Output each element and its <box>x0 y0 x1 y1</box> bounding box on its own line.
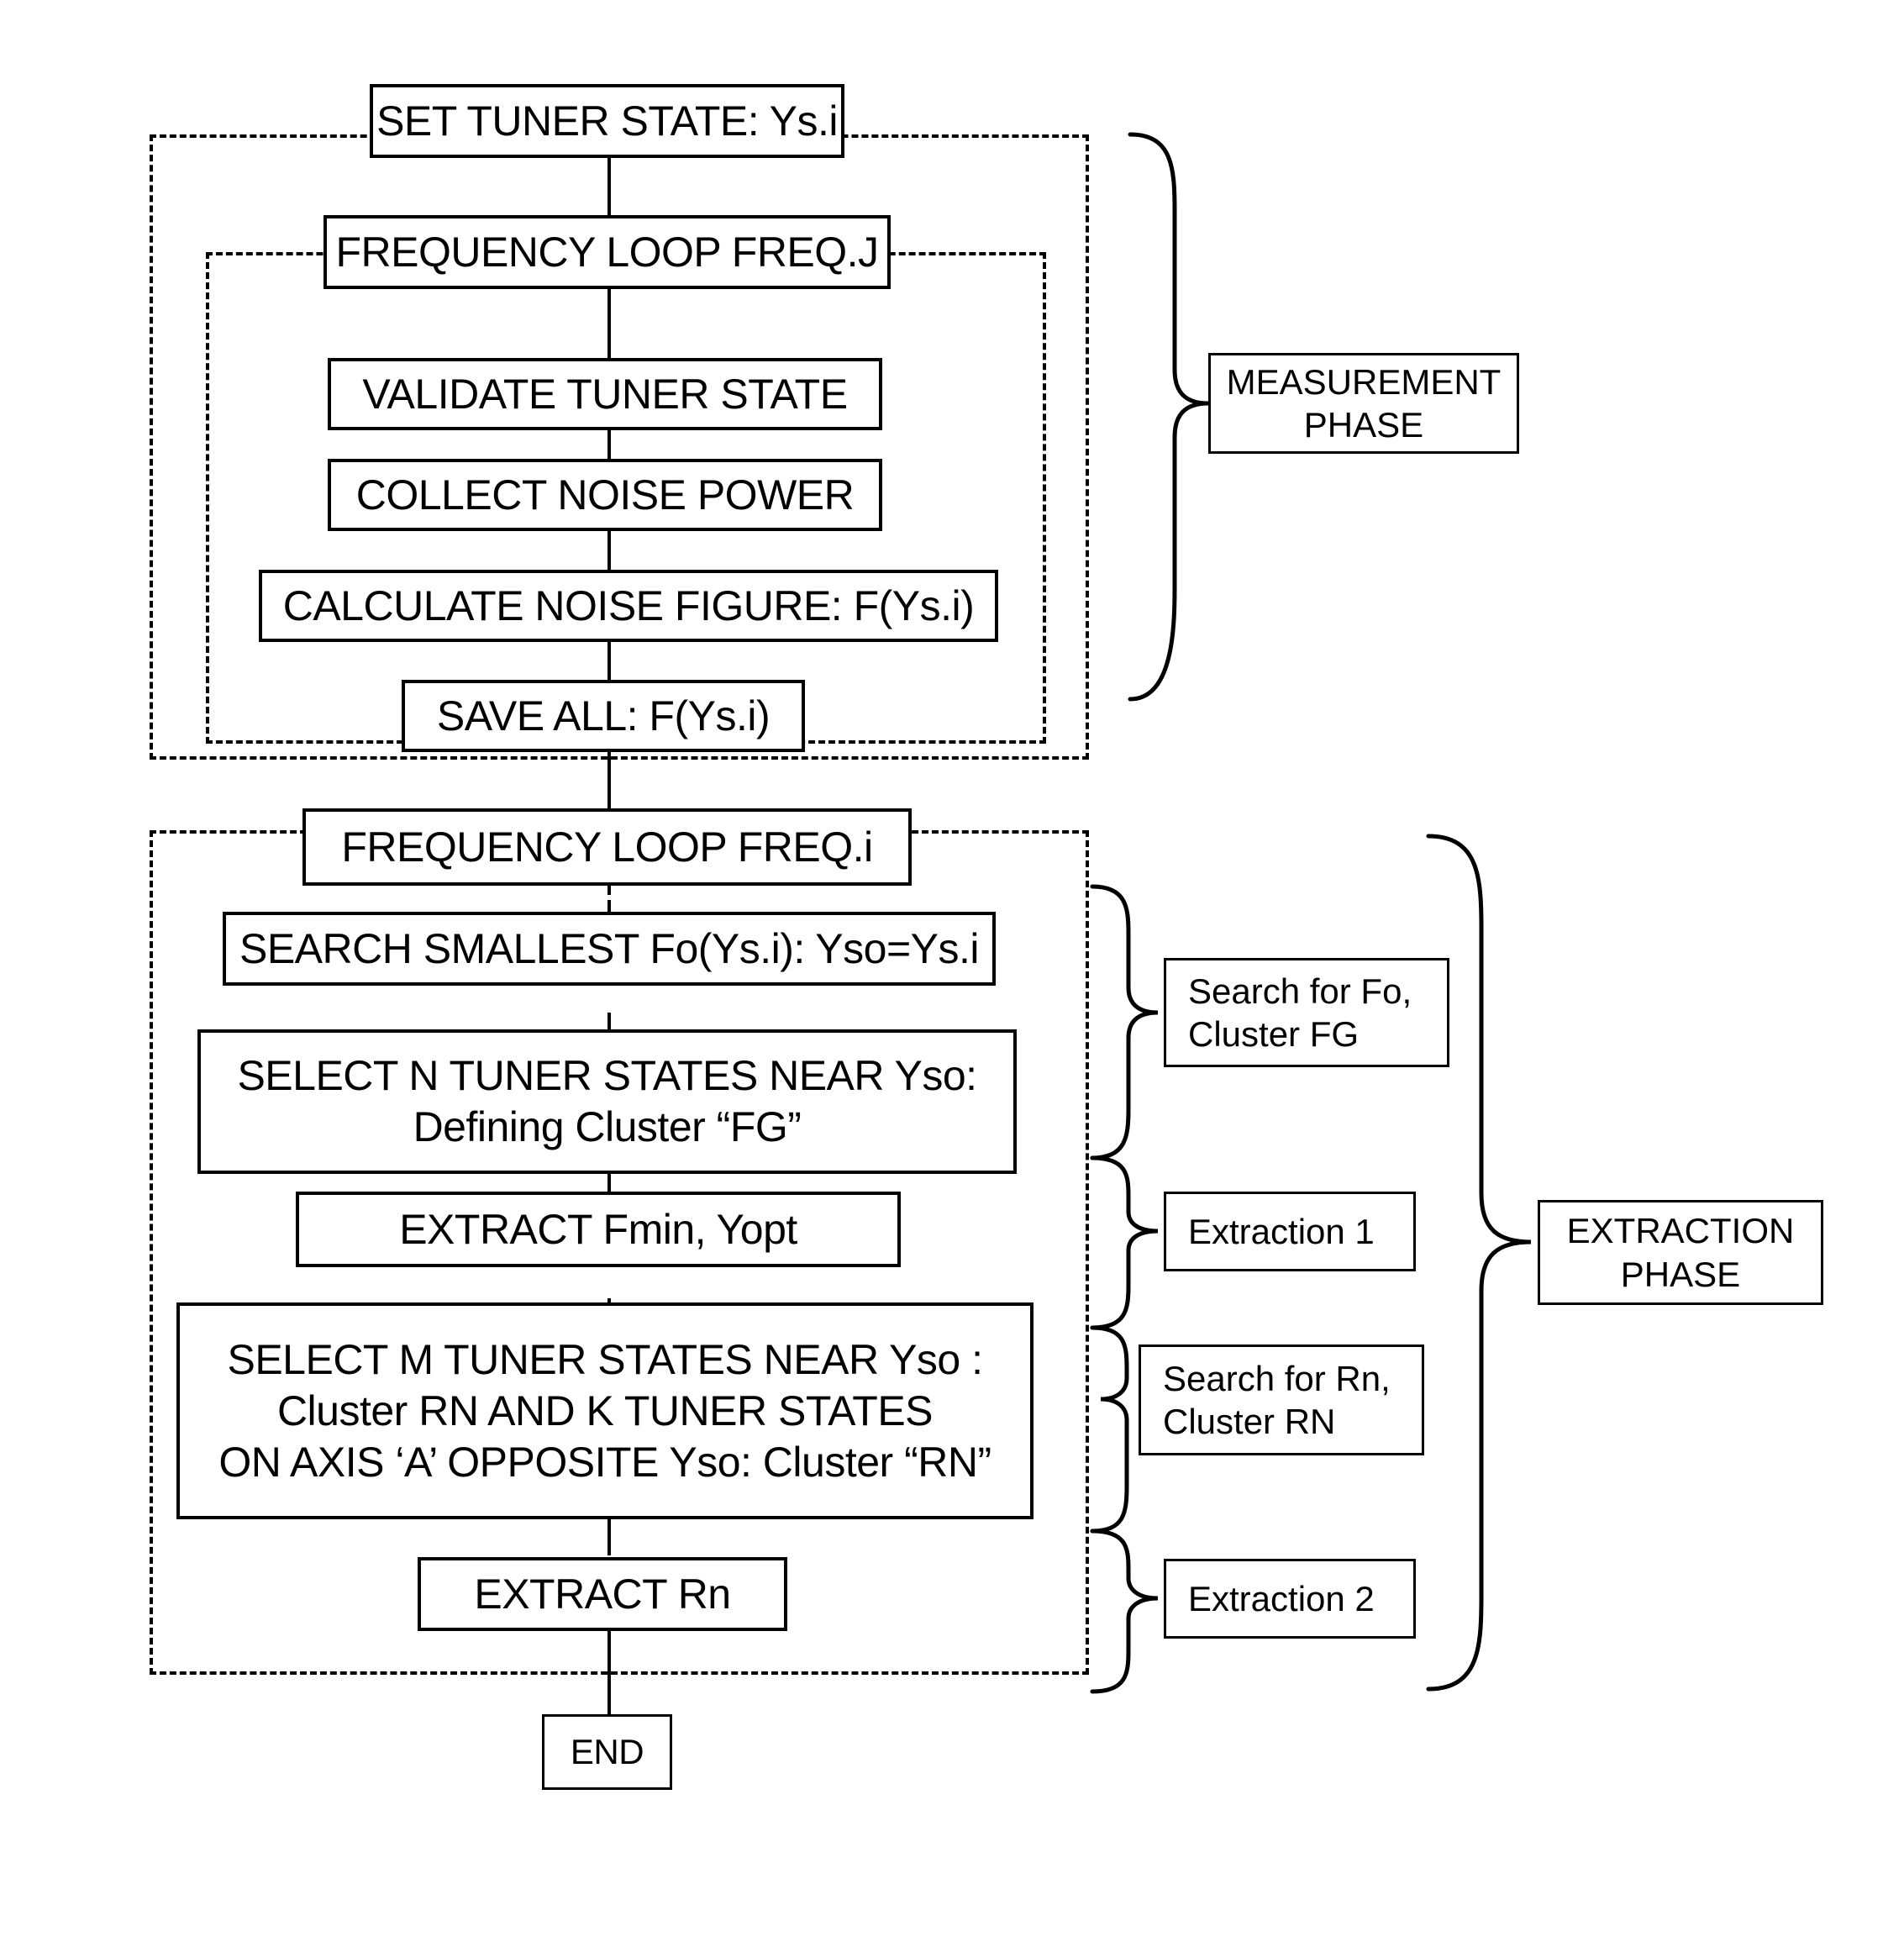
phase-label-measurement: MEASUREMENT PHASE <box>1208 353 1519 454</box>
step-frequency-loop-freq-i[interactable]: FREQUENCY LOOP FREQ.i <box>302 808 912 886</box>
brace-search-rn <box>1090 1325 1129 1534</box>
step-save-all[interactable]: SAVE ALL: F(Ys.i) <box>402 680 805 752</box>
annotation-extraction-2: Extraction 2 <box>1164 1559 1416 1639</box>
connector-calculate-to-save <box>607 642 611 680</box>
flowchart-canvas: SET TUNER STATE: Ys.i FREQUENCY LOOP FRE… <box>0 0 1904 1947</box>
annotation-search-rn-cluster-rn: Search for Rn, Cluster RN <box>1139 1344 1424 1455</box>
connector-selectm-to-extractrn <box>607 1519 611 1555</box>
step-calculate-noise-figure[interactable]: CALCULATE NOISE FIGURE: F(Ys.i) <box>259 570 998 642</box>
step-end[interactable]: END <box>542 1714 672 1790</box>
brace-extraction-1 <box>1090 1155 1159 1330</box>
step-extract-rn[interactable]: EXTRACT Rn <box>418 1557 787 1631</box>
brace-search-fo <box>1090 884 1159 1160</box>
brace-measurement-phase <box>1128 132 1209 702</box>
step-validate-tuner-state[interactable]: VALIDATE TUNER STATE <box>328 358 882 430</box>
phase-label-extraction: EXTRACTION PHASE <box>1538 1200 1823 1305</box>
annotation-search-fo-cluster-fg: Search for Fo, Cluster FG <box>1164 958 1449 1067</box>
step-search-smallest-fo[interactable]: SEARCH SMALLEST Fo(Ys.i): Yso=Ys.i <box>223 912 996 986</box>
step-select-m-tuner-states[interactable]: SELECT M TUNER STATES NEAR Yso : Cluster… <box>176 1302 1034 1519</box>
step-collect-noise-power[interactable]: COLLECT NOISE POWER <box>328 459 882 531</box>
step-frequency-loop-freq-j[interactable]: FREQUENCY LOOP FREQ.J <box>323 215 891 289</box>
step-extract-fmin-yopt[interactable]: EXTRACT Fmin, Yopt <box>296 1192 901 1267</box>
connector-validate-to-collect <box>607 430 611 459</box>
annotation-extraction-1: Extraction 1 <box>1164 1192 1416 1271</box>
step-select-n-tuner-states[interactable]: SELECT N TUNER STATES NEAR Yso: Defining… <box>197 1029 1017 1174</box>
connector-collect-to-calculate <box>607 531 611 570</box>
brace-extraction-2 <box>1090 1529 1159 1694</box>
step-set-tuner-state[interactable]: SET TUNER STATE: Ys.i <box>370 84 844 158</box>
connector-freqj-to-validate <box>607 289 611 358</box>
